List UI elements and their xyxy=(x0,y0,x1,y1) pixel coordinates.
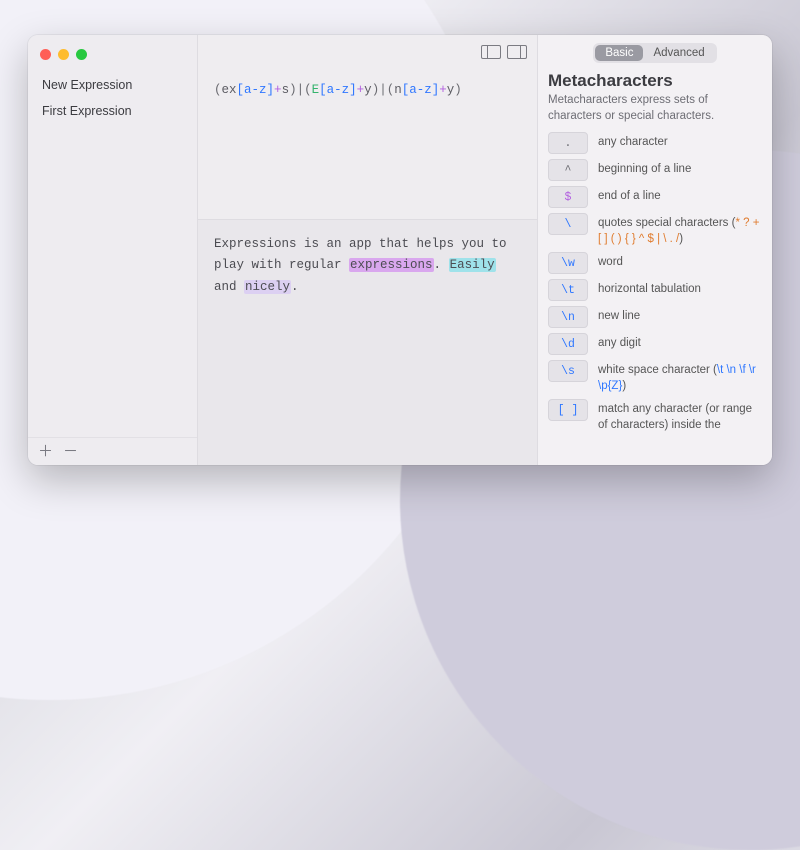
metachar-key: ^ xyxy=(548,159,588,181)
metachar-desc: match any character (or range of charact… xyxy=(598,399,762,433)
regex-token: s xyxy=(282,83,290,97)
metachar-desc: white space character (\t \n \f \r \p{Z}… xyxy=(598,360,762,394)
metachar-key: \n xyxy=(548,306,588,328)
metachar-key: \d xyxy=(548,333,588,355)
metachar-desc: horizontal tabulation xyxy=(598,279,701,298)
metachar-row[interactable]: \n new line xyxy=(548,306,762,328)
zoom-icon[interactable] xyxy=(76,49,87,60)
regex-input[interactable]: (ex[a-z]+s)|(E[a-z]+y)|(n[a-z]+y) xyxy=(198,69,537,219)
close-icon[interactable] xyxy=(40,49,51,60)
sidebar-item-expression[interactable]: First Expression xyxy=(28,98,197,124)
metachar-row[interactable]: ^ beginning of a line xyxy=(548,159,762,181)
tab-advanced[interactable]: Advanced xyxy=(643,45,714,61)
window-controls xyxy=(28,41,197,68)
metachar-row[interactable]: \t horizontal tabulation xyxy=(548,279,762,301)
sidebar: New ExpressionFirst Expression ＋ － xyxy=(28,35,198,465)
toggle-cheatsheet-icon[interactable] xyxy=(507,45,527,59)
metachar-row[interactable]: . any character xyxy=(548,132,762,154)
metachar-desc: new line xyxy=(598,306,640,325)
regex-token: + xyxy=(274,83,282,97)
regex-token: [a-z] xyxy=(402,83,440,97)
metachar-key: $ xyxy=(548,186,588,208)
regex-token: ex xyxy=(222,83,237,97)
sidebar-footer: ＋ － xyxy=(28,437,197,465)
regex-token: ) xyxy=(454,83,462,97)
metachar-key: \s xyxy=(548,360,588,382)
metachar-desc: end of a line xyxy=(598,186,661,205)
cheatsheet-desc: Metacharacters express sets of character… xyxy=(548,93,762,124)
regex-token: | xyxy=(379,83,387,97)
test-text-input[interactable]: Expressions is an app that helps you to … xyxy=(198,219,537,465)
regex-token: ( xyxy=(304,83,312,97)
metachar-row[interactable]: \d any digit xyxy=(548,333,762,355)
app-window: New ExpressionFirst Expression ＋ － (ex[a… xyxy=(28,35,772,465)
metachar-desc: beginning of a line xyxy=(598,159,691,178)
minimize-icon[interactable] xyxy=(58,49,69,60)
regex-token: [a-z] xyxy=(237,83,275,97)
regex-token: | xyxy=(297,83,305,97)
expression-list: New ExpressionFirst Expression xyxy=(28,68,197,437)
metachar-row[interactable]: \w word xyxy=(548,252,762,274)
metachar-key: \ xyxy=(548,213,588,235)
metachar-key: \t xyxy=(548,279,588,301)
metachar-desc: any digit xyxy=(598,333,641,352)
metachar-key: \w xyxy=(548,252,588,274)
tab-basic[interactable]: Basic xyxy=(595,45,643,61)
editor: (ex[a-z]+s)|(E[a-z]+y)|(n[a-z]+y) Expres… xyxy=(198,35,538,465)
toggle-sidebar-icon[interactable] xyxy=(481,45,501,59)
regex-token: [a-z] xyxy=(319,83,357,97)
regex-token: ( xyxy=(214,83,222,97)
metachar-desc: quotes special characters (* ? + [ ] ( )… xyxy=(598,213,762,247)
test-text: . xyxy=(434,258,449,272)
editor-toolbar xyxy=(198,35,537,69)
add-expression-button[interactable]: ＋ xyxy=(38,444,53,459)
cheatsheet-panel: Basic Advanced Metacharacters Metacharac… xyxy=(538,35,772,465)
match-highlight: nicely xyxy=(244,280,291,294)
metachar-key: . xyxy=(548,132,588,154)
test-text: and xyxy=(214,280,244,294)
metachar-list: . any character ^ beginning of a line $ end o… xyxy=(548,132,762,438)
regex-token: ) xyxy=(289,83,297,97)
metachar-row[interactable]: \ quotes special characters (* ? + [ ] ( … xyxy=(548,213,762,247)
match-highlight: Easily xyxy=(449,258,496,272)
metachar-row[interactable]: $ end of a line xyxy=(548,186,762,208)
remove-expression-button[interactable]: － xyxy=(63,444,78,459)
metachar-desc: word xyxy=(598,252,623,271)
regex-token: + xyxy=(439,83,447,97)
match-highlight: expressions xyxy=(349,258,434,272)
cheatsheet-tabs: Basic Advanced xyxy=(593,43,716,63)
metachar-desc: any character xyxy=(598,132,668,151)
regex-token: E xyxy=(312,83,320,97)
cheatsheet-title: Metacharacters xyxy=(548,71,762,91)
metachar-row[interactable]: [ ] match any character (or range of char… xyxy=(548,399,762,433)
test-text: . xyxy=(291,280,299,294)
sidebar-item-expression[interactable]: New Expression xyxy=(28,72,197,98)
regex-token: y xyxy=(364,83,372,97)
regex-token: n xyxy=(394,83,402,97)
metachar-key: [ ] xyxy=(548,399,588,421)
metachar-row[interactable]: \s white space character (\t \n \f \r \p{… xyxy=(548,360,762,394)
